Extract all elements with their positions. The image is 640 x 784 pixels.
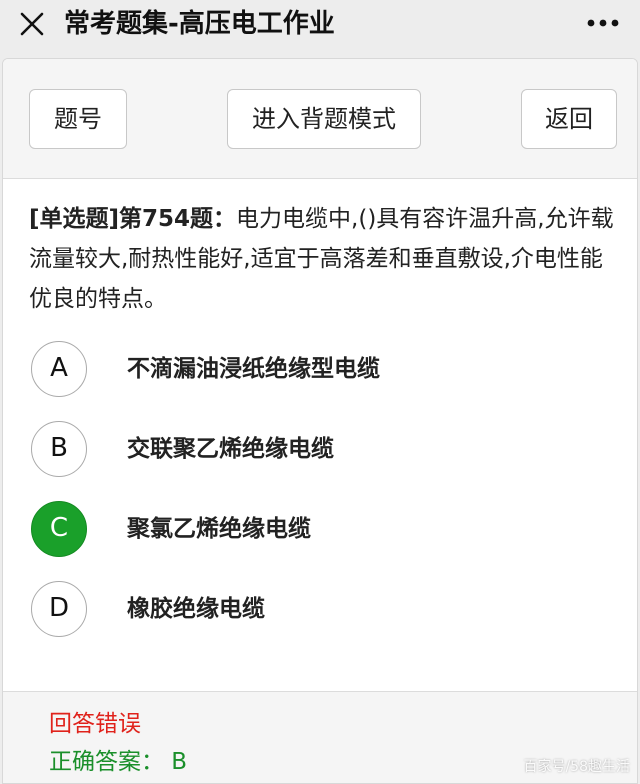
- question-text: [单选题]第754题：电力电缆中,()具有容许温升高,允许载流量较大,耐热性能好…: [29, 199, 619, 319]
- answer-status: 回答错误: [49, 711, 141, 737]
- correct-answer: 正确答案： B: [49, 749, 188, 775]
- question-tag: [单选题]第754题：: [29, 206, 237, 232]
- option-d-text: 橡胶绝缘电缆: [127, 596, 265, 622]
- option-a[interactable]: A 不滴漏油浸纸绝缘型电缆: [29, 339, 619, 419]
- option-a-letter: A: [31, 341, 87, 397]
- option-c-text: 聚氯乙烯绝缘电缆: [127, 516, 311, 542]
- option-b-text: 交联聚乙烯绝缘电缆: [127, 436, 334, 462]
- watermark: 百家号/58趣生活: [523, 759, 630, 775]
- option-a-text: 不滴漏油浸纸绝缘型电缆: [127, 356, 380, 382]
- study-mode-button[interactable]: 进入背题模式: [227, 89, 421, 149]
- question-number-button[interactable]: 题号: [29, 89, 127, 149]
- option-b-letter: B: [31, 421, 87, 477]
- close-icon[interactable]: [18, 10, 46, 38]
- toolbar: 题号 进入背题模式 返回: [3, 59, 637, 179]
- more-icon[interactable]: [586, 14, 620, 32]
- option-c[interactable]: C 聚氯乙烯绝缘电缆: [29, 499, 619, 579]
- page-title: 常考题集-高压电工作业: [64, 9, 335, 39]
- options-list: A 不滴漏油浸纸绝缘型电缆 B 交联聚乙烯绝缘电缆 C 聚氯乙烯绝缘电缆 D 橡…: [29, 339, 619, 659]
- question-card: 题号 进入背题模式 返回 [单选题]第754题：电力电缆中,()具有容许温升高,…: [2, 58, 638, 784]
- option-c-letter: C: [31, 501, 87, 557]
- top-bar: 常考题集-高压电工作业: [0, 0, 640, 48]
- back-button[interactable]: 返回: [521, 89, 617, 149]
- option-d-letter: D: [31, 581, 87, 637]
- option-b[interactable]: B 交联聚乙烯绝缘电缆: [29, 419, 619, 499]
- option-d[interactable]: D 橡胶绝缘电缆: [29, 579, 619, 659]
